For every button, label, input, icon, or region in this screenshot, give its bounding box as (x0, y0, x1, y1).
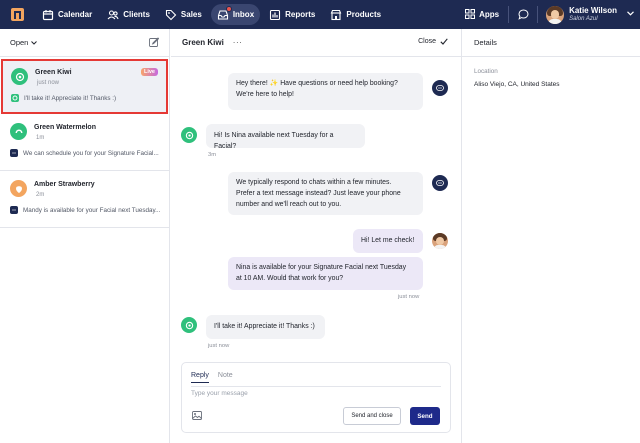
live-badge: Live (140, 68, 158, 76)
nav-label: Products (346, 10, 382, 19)
conversation-time: just now (37, 80, 60, 86)
bar-chart-icon (269, 9, 281, 21)
notification-dot (225, 5, 232, 12)
message-text: at 10 AM. Would that work for you? (236, 275, 344, 282)
message-time: just now (398, 294, 420, 300)
nav-item-reports[interactable]: Reports (263, 4, 321, 25)
message-time: just now (208, 343, 230, 349)
conversation-time: 1m (36, 135, 45, 141)
channel-icon (10, 149, 18, 157)
location-value: Aliso Viejo, CA, United States (474, 81, 560, 88)
message-bubble: Hi! Let me check! (353, 229, 423, 253)
chat-panel: Green Kiwi ··· Close Hey there! ✨ Have q… (171, 29, 461, 443)
contact-avatar (10, 180, 27, 197)
send-button[interactable]: Send (410, 407, 440, 425)
message-time: 3m (208, 152, 217, 158)
send-and-close-button[interactable]: Send and close (343, 407, 401, 425)
tag-icon (165, 9, 177, 21)
conversation-name: Green Watermelon (34, 124, 96, 131)
user-name: Katie Wilson (569, 6, 617, 15)
channel-icon (11, 94, 19, 102)
image-icon[interactable] (192, 411, 202, 422)
message-text: We're here to help! (236, 91, 294, 98)
tab-note[interactable]: Note (218, 372, 233, 383)
message-input[interactable] (191, 390, 391, 397)
tab-divider (191, 386, 441, 387)
checkmark-icon (440, 38, 448, 45)
message-text: Nina is available for your Signature Fac… (236, 264, 407, 271)
contact-avatar (181, 127, 197, 143)
staff-avatar (432, 233, 448, 249)
store-icon (330, 9, 342, 21)
message-bubble: Nina is available for your Signature Fac… (228, 257, 423, 290)
nav-item-clients[interactable]: Clients (101, 4, 156, 25)
contact-avatar (11, 68, 28, 85)
avatar (546, 5, 565, 24)
message-text: Prefer a text message instead? Just leav… (236, 190, 401, 197)
chevron-down-icon (627, 11, 634, 18)
nav-label: Calendar (58, 10, 93, 19)
message-text: Hi! Let me check! (361, 237, 415, 244)
message-text: Hey there! ✨ Have questions or need help… (236, 80, 398, 87)
contact-avatar (10, 123, 27, 140)
nav-label: Inbox (232, 10, 255, 19)
chevron-down-icon (31, 38, 38, 47)
location-label: Location (474, 68, 498, 75)
message-composer: Reply Note Send and close Send (181, 362, 451, 433)
nav-item-calendar[interactable]: Calendar (36, 4, 98, 25)
app-logo[interactable] (11, 8, 24, 21)
message-bubble: Hey there! ✨ Have questions or need help… (228, 73, 423, 110)
message-bubble: We typically respond to chats within a f… (228, 172, 423, 215)
conversation-item-amber-strawberry[interactable]: Amber Strawberry 2m Mandy is available f… (0, 171, 169, 228)
filter-label: Open (10, 38, 29, 47)
nav-label: Clients (123, 10, 150, 19)
clients-icon (107, 9, 119, 21)
status-filter-dropdown[interactable]: Open (10, 38, 38, 47)
top-nav: Calendar Clients Sales Inbox Reports Pro… (0, 0, 640, 29)
apps-label: Apps (479, 10, 500, 19)
close-label: Close (418, 38, 436, 45)
channel-icon (10, 206, 18, 214)
apps-button[interactable]: Apps (456, 0, 508, 29)
more-options-button[interactable]: ··· (233, 38, 243, 47)
contact-avatar (181, 317, 197, 333)
message-bubble: I'll take it! Appreciate it! Thanks :) (206, 315, 325, 339)
message-text: We typically respond to chats within a f… (236, 179, 392, 186)
nav-label: Reports (285, 10, 316, 19)
chat-title: Green Kiwi (182, 38, 224, 47)
nav-item-inbox[interactable]: Inbox (210, 4, 261, 25)
conversation-name: Green Kiwi (35, 69, 72, 76)
message-text: Hi! Is Nina available next Tuesday for a… (214, 132, 334, 150)
conversation-name: Amber Strawberry (34, 181, 95, 188)
bot-avatar (432, 175, 448, 191)
conversation-preview: Mandy is available for your Facial next … (23, 206, 161, 214)
compose-icon[interactable] (149, 36, 160, 49)
tab-reply[interactable]: Reply (191, 372, 209, 383)
conversation-time: 2m (36, 192, 45, 198)
message-text: number and we'll reach out to you. (236, 201, 342, 208)
calendar-icon (42, 9, 54, 21)
conversation-preview: I'll take it! Appreciate it! Thanks :) (24, 94, 117, 102)
conversation-item-green-watermelon[interactable]: Green Watermelon 1m We can schedule you … (0, 114, 169, 171)
close-conversation-button[interactable]: Close (418, 38, 448, 45)
nav-item-products[interactable]: Products (324, 4, 387, 25)
conversation-item-green-kiwi[interactable]: Green Kiwi just now Live I'll take it! A… (1, 59, 168, 114)
nav-label: Sales (180, 10, 202, 19)
grid-icon (465, 8, 476, 21)
details-title: Details (462, 29, 640, 57)
message-bubble: Hi! Is Nina available next Tuesday for a… (206, 124, 365, 150)
user-menu[interactable]: Katie Wilson Salon Azul (538, 0, 640, 29)
conversation-list-panel: Open Green Kiwi just now Live I'll take … (0, 29, 170, 443)
nav-item-sales[interactable]: Sales (159, 4, 208, 25)
details-panel: Details Location Aliso Viejo, CA, United… (461, 29, 640, 443)
chat-bubble-icon[interactable] (509, 0, 537, 29)
bot-avatar (432, 80, 448, 96)
message-text: I'll take it! Appreciate it! Thanks :) (214, 323, 315, 330)
user-org: Salon Azul (569, 16, 598, 22)
conversation-preview: We can schedule you for your Signature F… (23, 149, 159, 157)
inbox-icon (217, 5, 232, 21)
